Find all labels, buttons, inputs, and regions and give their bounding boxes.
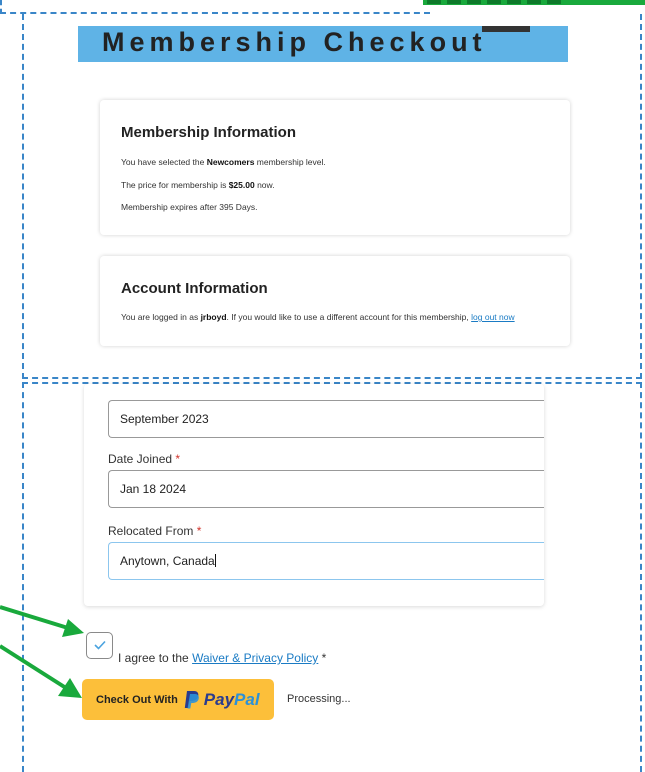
annotation-arrow-paypal-icon: [0, 644, 82, 698]
membership-expiry-line: Membership expires after 395 Days.: [121, 202, 258, 212]
processing-status: Processing...: [287, 693, 351, 705]
account-heading: Account Information: [121, 280, 268, 297]
account-login-line: You are logged in as jrboyd. If you woul…: [121, 312, 515, 322]
agree-label: I agree to the Waiver & Privacy Policy *: [118, 651, 326, 665]
membership-info-card: Membership Information You have selected…: [100, 100, 570, 235]
agree-suffix: *: [318, 651, 327, 665]
paypal-button-label: Check Out With: [96, 693, 178, 706]
membership-level-suffix: membership level.: [254, 157, 326, 167]
member-details-form: September 2023 Date Joined * Jan 18 2024…: [84, 384, 544, 606]
annotation-frame-top-edge: [0, 0, 430, 14]
membership-level-name: Newcomers: [206, 157, 255, 167]
account-login-suffix: . If you would like to use a different a…: [226, 312, 472, 322]
relocated-from-value: Anytown, Canada: [120, 554, 215, 568]
required-mark: *: [175, 452, 181, 466]
account-info-card: Account Information You are logged in as…: [100, 256, 570, 346]
waiver-privacy-link[interactable]: Waiver & Privacy Policy: [192, 651, 318, 665]
text-cursor: [214, 554, 216, 567]
agree-prefix: I agree to the: [118, 651, 193, 665]
date-joined-input[interactable]: Jan 18 2024: [108, 470, 544, 508]
arrival-date-input[interactable]: September 2023: [108, 400, 544, 438]
membership-price: $25.00: [228, 180, 255, 190]
date-joined-label: Date Joined *: [108, 452, 180, 466]
date-joined-label-text: Date Joined: [108, 452, 176, 466]
membership-level-prefix: You have selected the: [121, 157, 207, 167]
required-mark: *: [196, 524, 202, 538]
page-header: Membership Checkout: [78, 26, 568, 62]
membership-level-line: You have selected the Newcomers membersh…: [121, 157, 326, 167]
paypal-wordmark: PayPal: [204, 690, 260, 710]
account-username: jrboyd: [200, 312, 227, 322]
paypal-logo-icon: [184, 691, 199, 709]
annotation-green-strip: [423, 0, 645, 5]
paypal-wordmark-pal: Pal: [234, 689, 260, 709]
membership-price-line: The price for membership is $25.00 now.: [121, 180, 275, 190]
membership-price-prefix: The price for membership is: [121, 180, 229, 190]
agree-checkbox[interactable]: [86, 632, 113, 659]
header-dark-bar: [482, 26, 530, 32]
relocated-from-label-text: Relocated From: [108, 524, 197, 538]
membership-price-suffix: now.: [254, 180, 275, 190]
account-login-prefix: You are logged in as: [121, 312, 201, 322]
membership-heading: Membership Information: [121, 124, 297, 141]
relocated-from-input[interactable]: Anytown, Canada: [108, 542, 544, 580]
paypal-wordmark-pay: Pay: [203, 689, 235, 709]
logout-link[interactable]: log out now: [471, 312, 514, 322]
paypal-checkout-button[interactable]: Check Out With PayPal: [82, 679, 274, 720]
relocated-from-label: Relocated From *: [108, 524, 201, 538]
checkmark-icon: [94, 640, 106, 650]
page-title: Membership Checkout: [102, 27, 487, 57]
